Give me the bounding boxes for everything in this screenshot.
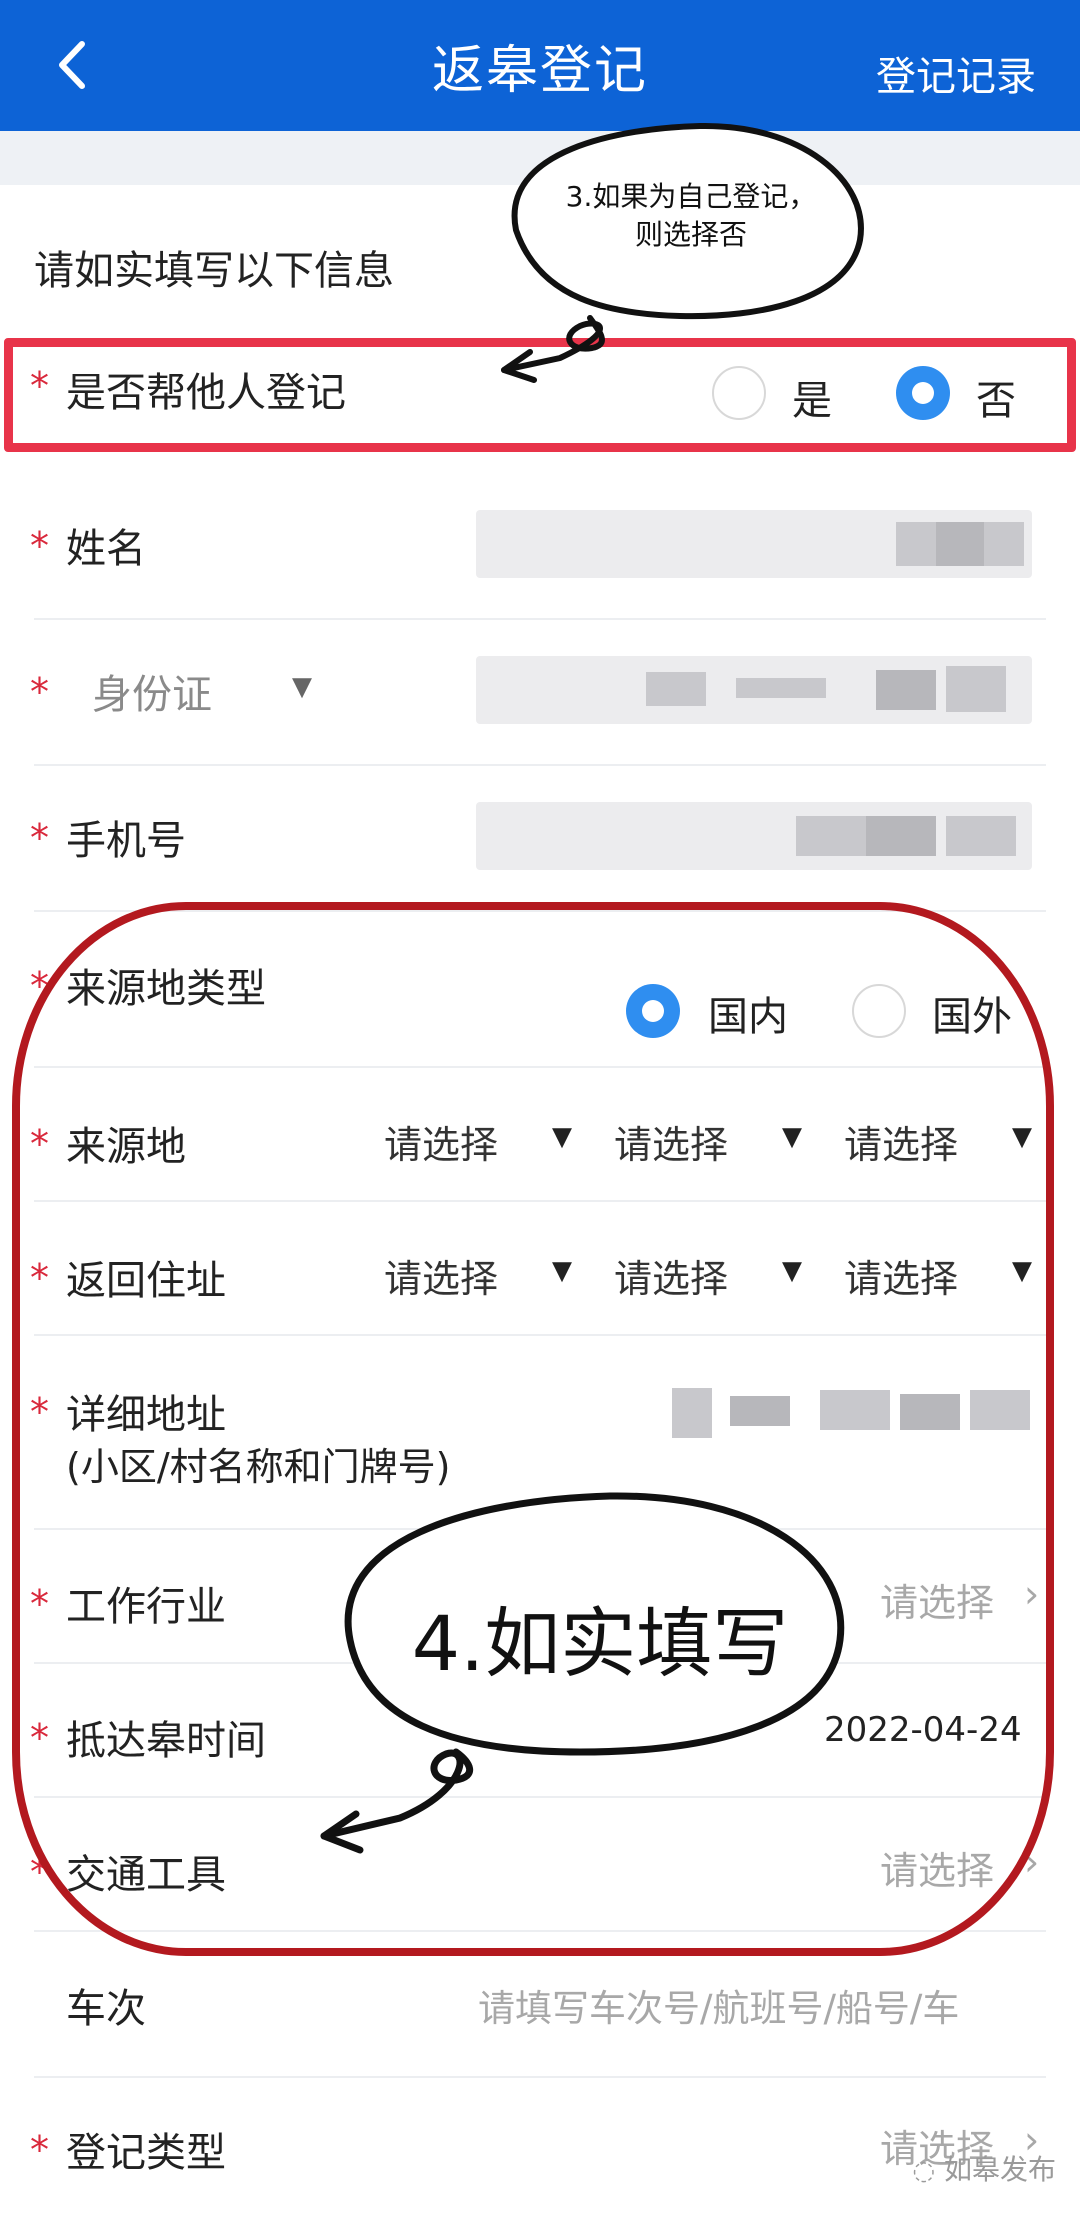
wechat-icon: ◌ xyxy=(912,2156,936,2186)
note4-text: 4.如实填写 xyxy=(411,1599,789,1688)
annotation-layer xyxy=(12,122,1054,1956)
note3-text: 3.如果为自己登记， 则选择否 xyxy=(565,180,817,251)
annotation-oval xyxy=(12,902,1054,1956)
watermark: ◌ 如皋发布 xyxy=(912,2153,1056,2186)
